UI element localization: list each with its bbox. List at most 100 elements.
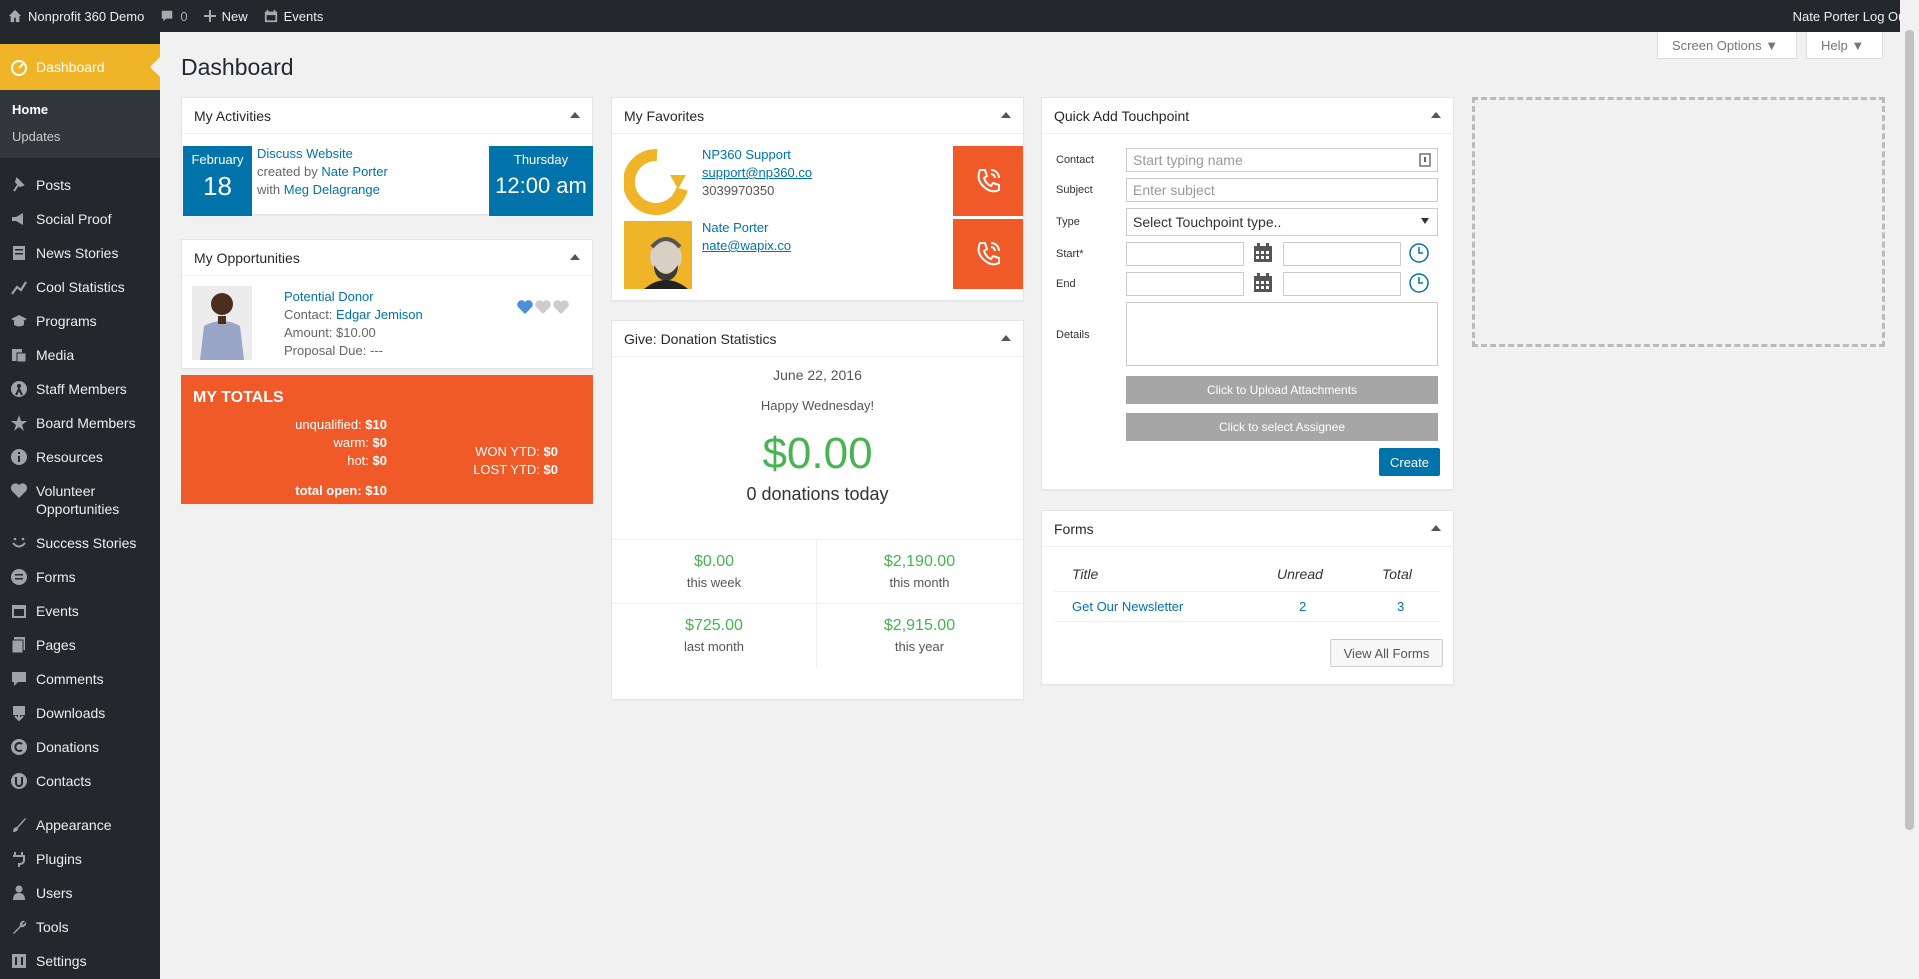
sidebar-item-cool-statistics[interactable]: Cool Statistics <box>0 270 160 304</box>
my-opportunities-widget: My Opportunities Potential Donor Contact… <box>181 239 593 369</box>
activity-link[interactable]: Discuss Website <box>257 146 353 161</box>
heart-icon[interactable] <box>553 300 569 314</box>
details-textarea[interactable] <box>1126 302 1438 366</box>
sidebar-item-social-proof[interactable]: Social Proof <box>0 202 160 236</box>
favorite-email-link[interactable]: support@np360.co <box>702 165 812 180</box>
sidebar-item-news-stories[interactable]: News Stories <box>0 236 160 270</box>
collapse-icon[interactable] <box>1431 525 1441 531</box>
new-content-link[interactable]: New <box>196 0 256 32</box>
scrollbar[interactable] <box>1900 0 1919 979</box>
collapse-icon[interactable] <box>1431 112 1441 118</box>
calendar-icon[interactable] <box>1253 243 1273 263</box>
sidebar-item-comments[interactable]: Comments <box>0 662 160 696</box>
sidebar-item-resources[interactable]: Resources <box>0 440 160 474</box>
type-select[interactable]: Select Touchpoint type.. <box>1126 208 1438 236</box>
sidebar-item-programs[interactable]: Programs <box>0 304 160 338</box>
sidebar-item-media[interactable]: Media <box>0 338 160 372</box>
create-button[interactable]: Create <box>1379 448 1440 476</box>
end-date-input[interactable] <box>1126 272 1244 296</box>
warm-label: warm: <box>333 435 369 450</box>
collapse-icon[interactable] <box>1001 112 1011 118</box>
sidebar-item-posts[interactable]: Posts <box>0 168 160 202</box>
widget-header[interactable]: Quick Add Touchpoint <box>1042 98 1453 134</box>
sidebar-item-appearance[interactable]: Appearance <box>0 808 160 842</box>
widget-header[interactable]: My Activities <box>182 98 592 134</box>
widget-header[interactable]: Forms <box>1042 511 1453 547</box>
calendar-icon[interactable] <box>1253 273 1273 293</box>
comments-link[interactable]: 0 <box>152 0 195 32</box>
widget-header[interactable]: My Opportunities <box>182 240 592 276</box>
start-date-input[interactable] <box>1126 242 1244 266</box>
collapse-icon[interactable] <box>570 254 580 260</box>
comments-count: 0 <box>180 8 188 24</box>
opportunity-details: Potential Donor Contact: Edgar Jemison A… <box>284 288 423 360</box>
sidebar-item-forms[interactable]: Forms <box>0 560 160 594</box>
sidebar-item-downloads[interactable]: Downloads <box>0 696 160 730</box>
widget-title: Forms <box>1054 520 1094 537</box>
form-unread-link[interactable]: 2 <box>1299 599 1306 614</box>
submenu-updates[interactable]: Updates <box>0 123 160 150</box>
end-time-input[interactable] <box>1283 272 1401 296</box>
created-by-link[interactable]: Nate Porter <box>321 164 387 179</box>
activity-details: Discuss Website created by Nate Porter w… <box>257 145 388 199</box>
view-all-forms-button[interactable]: View All Forms <box>1330 639 1443 667</box>
subject-input[interactable]: Enter subject <box>1126 178 1438 202</box>
opportunity-contact-link[interactable]: Edgar Jemison <box>336 307 423 322</box>
sidebar-item-staff-members[interactable]: Staff Members <box>0 372 160 406</box>
events-link[interactable]: Events <box>256 0 332 32</box>
menu-dashboard-label: Dashboard <box>36 59 105 75</box>
call-button[interactable] <box>953 146 1023 216</box>
start-time-input[interactable] <box>1283 242 1401 266</box>
scrollbar-thumb[interactable] <box>1905 30 1914 830</box>
sidebar-item-pages[interactable]: Pages <box>0 628 160 662</box>
sidebar-item-tools[interactable]: Tools <box>0 910 160 944</box>
favorite-email-link[interactable]: nate@wapix.co <box>702 238 791 253</box>
sidebar-item-success-stories[interactable]: Success Stories <box>0 526 160 560</box>
sidebar-item-plugins[interactable]: Plugins <box>0 842 160 876</box>
favorite-name-link[interactable]: Nate Porter <box>702 220 768 235</box>
with-link[interactable]: Meg Delagrange <box>284 182 380 197</box>
totals-stages: unqualified: $10 warm: $0 hot: $0 <box>295 416 387 470</box>
sidebar-item-label: Comments <box>36 671 104 687</box>
heart-icon[interactable] <box>517 300 533 314</box>
widget-header[interactable]: Give: Donation Statistics <box>612 321 1023 357</box>
opportunity-link[interactable]: Potential Donor <box>284 289 374 304</box>
select-assignee-button[interactable]: Click to select Assignee <box>1126 413 1438 441</box>
clock-icon[interactable] <box>1408 242 1430 264</box>
sidebar-item-label: Downloads <box>36 705 106 721</box>
sidebar-item-events[interactable]: Events <box>0 594 160 628</box>
sidebar-item-board-members[interactable]: Board Members <box>0 406 160 440</box>
sidebar-item-settings[interactable]: Settings <box>0 944 160 978</box>
upload-attachments-button[interactable]: Click to Upload Attachments <box>1126 376 1438 404</box>
opportunity-rating[interactable] <box>517 300 569 314</box>
favorite-name-link[interactable]: NP360 Support <box>702 147 791 162</box>
user-account[interactable]: Nate Porter Log Out <box>1785 0 1919 32</box>
widget-title: My Activities <box>194 107 272 124</box>
widget-title: My Favorites <box>624 107 705 124</box>
sidebar-item-users[interactable]: Users <box>0 876 160 910</box>
divider <box>1054 591 1441 592</box>
empty-widget-dropzone[interactable] <box>1472 97 1885 347</box>
site-name-link[interactable]: Nonprofit 360 Demo <box>0 0 152 32</box>
widget-header[interactable]: My Favorites <box>612 98 1023 134</box>
clock-icon[interactable] <box>1408 272 1430 294</box>
sidebar-item-volunteer-opportunities[interactable]: Volunteer Opportunities <box>0 474 160 526</box>
info-icon <box>10 448 28 466</box>
menu-separator <box>0 798 160 808</box>
sidebar-item-contacts[interactable]: Contacts <box>0 764 160 798</box>
call-button[interactable] <box>953 219 1023 289</box>
user-name[interactable]: Nate Porter <box>1793 9 1859 24</box>
help-button[interactable]: Help ▼ <box>1806 32 1883 59</box>
contact-input[interactable]: Start typing name <box>1126 148 1438 172</box>
screen-options-button[interactable]: Screen Options ▼ <box>1657 32 1797 59</box>
submenu-home[interactable]: Home <box>0 96 160 123</box>
form-title-link[interactable]: Get Our Newsletter <box>1072 599 1183 614</box>
stat-value: $725.00 <box>685 617 743 634</box>
menu-dashboard[interactable]: Dashboard <box>0 44 160 90</box>
heart-icon[interactable] <box>535 300 551 314</box>
sidebar-item-donations[interactable]: Donations <box>0 730 160 764</box>
collapse-icon[interactable] <box>1001 335 1011 341</box>
contact-placeholder: Start typing name <box>1133 152 1243 168</box>
details-label: Details <box>1056 329 1090 341</box>
collapse-icon[interactable] <box>570 112 580 118</box>
